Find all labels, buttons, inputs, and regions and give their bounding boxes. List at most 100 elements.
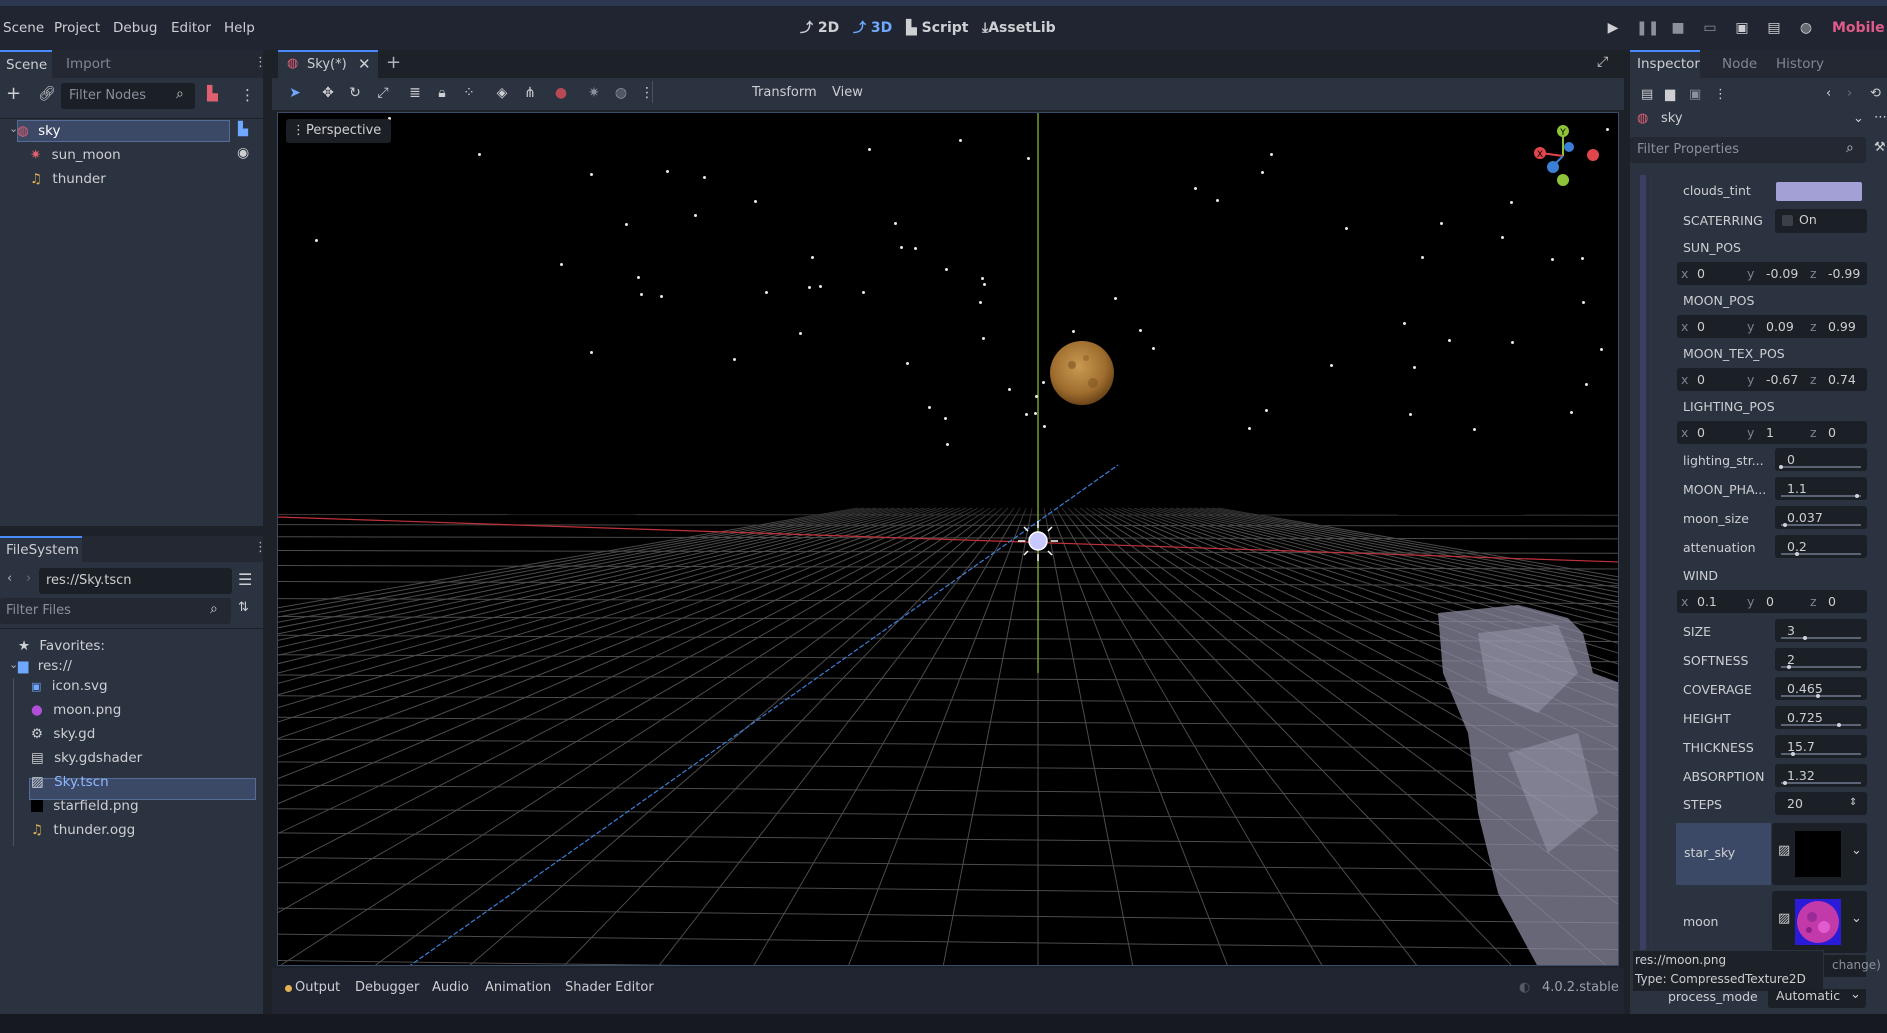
node-sky[interactable]: ◍ sky bbox=[17, 119, 60, 143]
back-icon[interactable]: ‹ bbox=[1826, 86, 1831, 101]
more-options-icon[interactable]: ⋮ bbox=[240, 86, 255, 104]
pause-icon[interactable]: ❚❚ bbox=[1636, 19, 1659, 37]
snap-icon[interactable]: ⋔ bbox=[519, 82, 541, 104]
lighting-pos-vector[interactable]: x0 y1 z0 bbox=[1677, 421, 1867, 444]
chevron-down-icon[interactable]: ⌄ bbox=[1851, 843, 1862, 858]
sun-preview-icon[interactable]: ✷ bbox=[583, 82, 605, 104]
menu-project[interactable]: Project bbox=[54, 6, 100, 50]
moon-tex-pos-vector[interactable]: x0 y -0.67 z 0.74 bbox=[1677, 368, 1867, 391]
filter-nodes-input[interactable]: Filter Nodes ⌕ bbox=[61, 83, 195, 109]
file-sky-tscn[interactable]: ▨ Sky.tscn bbox=[31, 770, 109, 794]
workspace-2d-button[interactable]: ⤴ 2D bbox=[800, 6, 839, 50]
view-menu[interactable]: View bbox=[832, 85, 863, 100]
orientation-gizmo[interactable]: Y X bbox=[1531, 123, 1609, 187]
filter-properties-input[interactable]: Filter Properties ⌕ bbox=[1630, 137, 1866, 163]
movie-maker-icon[interactable]: ◍ bbox=[1797, 19, 1815, 37]
tab-debugger[interactable]: Debugger bbox=[355, 980, 419, 995]
file-starfield-png[interactable]: starfield.png bbox=[31, 794, 139, 818]
sun-pos-vector[interactable]: x0 y -0.09 z -0.99 bbox=[1677, 262, 1867, 285]
more-options-icon[interactable]: ⋮ bbox=[636, 82, 658, 104]
stop-icon[interactable]: ■ bbox=[1669, 19, 1687, 37]
remote-debug-icon[interactable]: ▭ bbox=[1701, 19, 1719, 37]
script-icon[interactable]: ▙ bbox=[238, 122, 248, 137]
preview-camera-icon[interactable]: ● bbox=[550, 82, 572, 104]
scalar-property-slider[interactable]: 1.1 bbox=[1775, 477, 1867, 500]
moon-pos-vector[interactable]: x0 y 0.09 z 0.99 bbox=[1677, 315, 1867, 338]
node-sun-moon[interactable]: ✷ sun_moon bbox=[30, 143, 121, 167]
scalar-property-slider[interactable]: 0.2 bbox=[1775, 535, 1867, 558]
scale-tool-icon[interactable]: ⤢ bbox=[372, 82, 394, 104]
rotate-tool-icon[interactable]: ↻ bbox=[344, 82, 366, 104]
local-space-icon[interactable]: ◈ bbox=[491, 82, 513, 104]
workspace-assetlib-button[interactable]: ⤓AssetLib bbox=[982, 6, 1056, 50]
move-tool-icon[interactable]: ✥ bbox=[317, 82, 339, 104]
transform-menu[interactable]: Transform bbox=[752, 85, 817, 100]
edit-resource-icon[interactable]: ▨ bbox=[1778, 911, 1790, 926]
object-selector[interactable]: ◍ sky ⌄ bbox=[1633, 107, 1869, 131]
perspective-menu[interactable]: ⋮ Perspective bbox=[286, 119, 392, 143]
scaterring-checkbox[interactable]: On bbox=[1775, 209, 1867, 233]
scalar-property-slider[interactable]: 0.037 bbox=[1775, 506, 1867, 529]
edit-resource-icon[interactable]: ▨ bbox=[1778, 843, 1790, 858]
tab-node[interactable]: Node bbox=[1722, 56, 1757, 72]
open-folder-icon[interactable]: ▆ bbox=[1665, 87, 1675, 102]
forward-icon[interactable]: › bbox=[1847, 86, 1852, 101]
new-resource-icon[interactable]: ▤ bbox=[1641, 87, 1653, 102]
visibility-eye-icon[interactable]: ◉ bbox=[237, 145, 249, 161]
play-icon[interactable]: ▶ bbox=[1604, 19, 1622, 37]
star-sky-resource-picker[interactable]: ▨ ⌄ bbox=[1772, 823, 1867, 885]
cloud-property-slider[interactable]: 15.7 bbox=[1775, 735, 1867, 758]
lock-icon[interactable]: 🔒︎ bbox=[431, 82, 453, 104]
tab-import[interactable]: Import bbox=[66, 56, 111, 72]
spin-arrows-icon[interactable]: ⇕ bbox=[1849, 791, 1857, 814]
add-node-icon[interactable]: + bbox=[6, 85, 21, 103]
moon-resource-picker[interactable]: ▨ ⌄ bbox=[1772, 891, 1867, 953]
group-icon[interactable]: ⁘ bbox=[458, 82, 480, 104]
file-thunder-ogg[interactable]: ♫ thunder.ogg bbox=[31, 818, 135, 842]
workspace-3d-button[interactable]: ⤴ 3D bbox=[853, 6, 892, 50]
forward-icon[interactable]: › bbox=[26, 571, 31, 586]
change-button-partial[interactable]: change) bbox=[1824, 955, 1881, 977]
file-moon-png[interactable]: ● moon.png bbox=[31, 698, 121, 722]
object-properties-icon[interactable]: ⋯ bbox=[1874, 110, 1887, 125]
environment-preview-icon[interactable]: ◍ bbox=[610, 82, 632, 104]
cloud-property-slider[interactable]: 2 bbox=[1775, 648, 1867, 671]
split-view-icon[interactable]: ☰ bbox=[238, 570, 252, 589]
sort-icon[interactable]: ⇅ bbox=[238, 600, 249, 615]
menu-debug[interactable]: Debug bbox=[113, 6, 157, 50]
tab-history[interactable]: History bbox=[1776, 56, 1824, 72]
tab-inspector[interactable]: Inspector bbox=[1630, 50, 1700, 78]
scalar-property-slider[interactable]: 0 bbox=[1775, 448, 1867, 471]
new-scene-tab-icon[interactable]: + bbox=[386, 52, 401, 73]
list-select-icon[interactable]: ≣ bbox=[404, 82, 426, 104]
chevron-down-icon[interactable]: ⌄ bbox=[1851, 911, 1862, 926]
select-tool-icon[interactable]: ➤ bbox=[284, 82, 306, 104]
menu-editor[interactable]: Editor bbox=[171, 6, 211, 50]
back-icon[interactable]: ‹ bbox=[7, 571, 12, 586]
filter-files-input[interactable]: Filter Files ⌕ bbox=[0, 598, 231, 624]
cloud-property-slider[interactable]: 3 bbox=[1775, 619, 1867, 642]
dock-menu-icon[interactable]: ⋮ bbox=[254, 540, 267, 555]
cloud-property-slider[interactable]: 0.725 bbox=[1775, 706, 1867, 729]
tab-shader-editor[interactable]: Shader Editor bbox=[565, 980, 654, 995]
process-mode-select[interactable]: Automatic ⌄ bbox=[1768, 989, 1866, 1008]
steps-spinbox[interactable]: 20 ⇕ bbox=[1775, 792, 1867, 815]
path-field[interactable]: res://Sky.tscn bbox=[39, 568, 232, 594]
file-sky-gdshader[interactable]: ▤ sky.gdshader bbox=[31, 746, 142, 770]
link-icon[interactable]: 🔗︎ bbox=[38, 86, 56, 102]
tab-animation[interactable]: Animation bbox=[485, 980, 551, 995]
tools-icon[interactable]: ⚒ bbox=[1874, 140, 1886, 155]
renderer-button[interactable]: Mobile bbox=[1832, 6, 1885, 50]
play-custom-scene-icon[interactable]: ▤ bbox=[1765, 19, 1783, 37]
cloud-property-slider[interactable]: 1.32 bbox=[1775, 764, 1867, 787]
clouds-tint-swatch[interactable] bbox=[1776, 182, 1862, 201]
wind-vector[interactable]: x 0.1 y0 z0 bbox=[1677, 590, 1867, 613]
close-icon[interactable]: ✕ bbox=[358, 55, 371, 73]
tab-scene[interactable]: Scene bbox=[0, 50, 52, 78]
attach-script-icon[interactable]: ▙ bbox=[207, 86, 218, 102]
tab-output[interactable]: Output bbox=[295, 980, 340, 995]
workspace-script-button[interactable]: ▙ Script bbox=[906, 6, 968, 50]
play-scene-icon[interactable]: ▣ bbox=[1733, 19, 1751, 37]
node-thunder[interactable]: ♫ thunder bbox=[30, 167, 106, 191]
3d-viewport[interactable]: ⋮ Perspective Y X bbox=[277, 112, 1619, 966]
